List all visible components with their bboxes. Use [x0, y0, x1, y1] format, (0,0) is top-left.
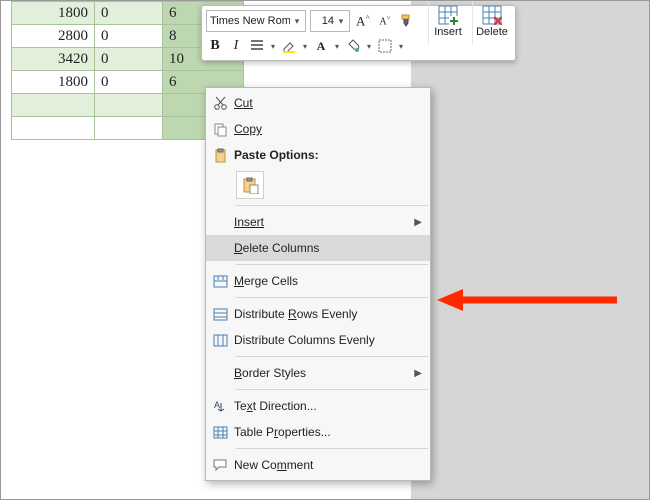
- menu-delete-columns-label: Delete Columns: [234, 241, 430, 255]
- table-cell[interactable]: [95, 94, 163, 117]
- separator: [236, 205, 428, 206]
- shading-button[interactable]: [344, 37, 362, 55]
- screenshot-stage: 1800062800083420010180006 Times New Rom …: [0, 0, 650, 500]
- menu-paste-header: Paste Options:: [206, 142, 430, 168]
- table-cell[interactable]: 1800: [12, 71, 95, 94]
- table-cell[interactable]: 0: [95, 2, 163, 25]
- chevron-down-icon: ▾: [292, 16, 302, 27]
- menu-dist-cols-label: Distribute Columns Evenly: [234, 333, 430, 347]
- paste-options-row: [206, 168, 430, 202]
- table-cell[interactable]: [12, 117, 95, 140]
- distribute-cols-icon: [206, 334, 234, 347]
- chevron-down-icon: ▾: [336, 16, 346, 27]
- clipboard-icon: [241, 176, 259, 194]
- cut-icon: [206, 96, 234, 111]
- separator: [236, 448, 428, 449]
- submenu-arrow-icon: ▶: [414, 368, 422, 379]
- menu-distribute-rows[interactable]: Distribute Rows Evenly: [206, 301, 430, 327]
- menu-border-styles[interactable]: Border Styles ▶: [206, 360, 430, 386]
- chevron-down-icon[interactable]: ▾: [301, 42, 309, 51]
- menu-text-direction[interactable]: A Text Direction...: [206, 393, 430, 419]
- table-cell[interactable]: 0: [95, 71, 163, 94]
- distribute-rows-icon: [206, 308, 234, 321]
- font-name-combo[interactable]: Times New Rom ▾: [206, 10, 306, 32]
- callout-arrow: [437, 285, 617, 315]
- format-painter-icon[interactable]: [398, 12, 416, 30]
- chevron-down-icon[interactable]: ▾: [397, 42, 405, 51]
- table-cell[interactable]: [12, 94, 95, 117]
- menu-textdir-label: Text Direction...: [234, 399, 430, 413]
- font-color-button[interactable]: A: [312, 37, 330, 55]
- chevron-down-icon[interactable]: ▾: [333, 42, 341, 51]
- table-cell[interactable]: 0: [95, 48, 163, 71]
- menu-paste-label: Paste Options:: [234, 148, 430, 162]
- menu-copy-label: Copy: [234, 122, 430, 136]
- table-delete-icon: [482, 5, 502, 25]
- chevron-down-icon[interactable]: ▾: [269, 42, 277, 51]
- font-name-value: Times New Rom: [210, 15, 290, 27]
- context-menu: Cut Copy Paste Options: Insert ▶ Delete …: [205, 87, 431, 481]
- menu-insert-label: Insert: [234, 215, 430, 229]
- font-size-value: 14: [314, 15, 334, 27]
- table-cell[interactable]: 3420: [12, 48, 95, 71]
- menu-merge-cells[interactable]: Merge Cells: [206, 268, 430, 294]
- menu-delete-columns[interactable]: Delete Columns: [206, 235, 430, 261]
- menu-tableprops-label: Table Properties...: [234, 425, 430, 439]
- text-direction-icon: A: [206, 399, 234, 414]
- app-background: [409, 1, 649, 500]
- paste-icon: [206, 148, 234, 163]
- menu-table-properties[interactable]: Table Properties...: [206, 419, 430, 445]
- menu-dist-rows-label: Distribute Rows Evenly: [234, 307, 430, 321]
- borders-button[interactable]: [376, 37, 394, 55]
- align-button[interactable]: [248, 37, 266, 55]
- separator: [236, 264, 428, 265]
- table-cell[interactable]: 1800: [12, 2, 95, 25]
- table-properties-icon: [206, 426, 234, 439]
- menu-border-label: Border Styles: [234, 366, 430, 380]
- menu-cut-label: Cut: [234, 96, 430, 110]
- chevron-down-icon[interactable]: ▾: [365, 42, 373, 51]
- menu-merge-label: Merge Cells: [234, 274, 430, 288]
- font-size-combo[interactable]: 14 ▾: [310, 10, 350, 32]
- highlight-button[interactable]: [280, 37, 298, 55]
- merge-cells-icon: [206, 275, 234, 288]
- shrink-font-icon[interactable]: A˅: [376, 12, 394, 30]
- paste-option-button[interactable]: [236, 171, 264, 199]
- copy-icon: [206, 122, 234, 137]
- italic-button[interactable]: I: [227, 37, 245, 55]
- comment-icon: [206, 458, 234, 472]
- menu-insert[interactable]: Insert ▶: [206, 209, 430, 235]
- table-cell[interactable]: 2800: [12, 25, 95, 48]
- submenu-arrow-icon: ▶: [414, 217, 422, 228]
- svg-text:A: A: [214, 400, 220, 410]
- menu-distribute-columns[interactable]: Distribute Columns Evenly: [206, 327, 430, 353]
- separator: [236, 389, 428, 390]
- table-insert-icon: [438, 5, 458, 25]
- bold-button[interactable]: B: [206, 37, 224, 55]
- separator: [236, 297, 428, 298]
- grow-font-icon[interactable]: A˄: [354, 12, 372, 30]
- mini-toolbar: Times New Rom ▾ 14 ▾ A˄ A˅ Insert Delete: [201, 5, 516, 61]
- table-cell[interactable]: [95, 117, 163, 140]
- table-cell[interactable]: 0: [95, 25, 163, 48]
- separator: [236, 356, 428, 357]
- menu-copy[interactable]: Copy: [206, 116, 430, 142]
- menu-cut[interactable]: Cut: [206, 90, 430, 116]
- menu-newcomment-label: New Comment: [234, 458, 430, 472]
- menu-new-comment[interactable]: New Comment: [206, 452, 430, 478]
